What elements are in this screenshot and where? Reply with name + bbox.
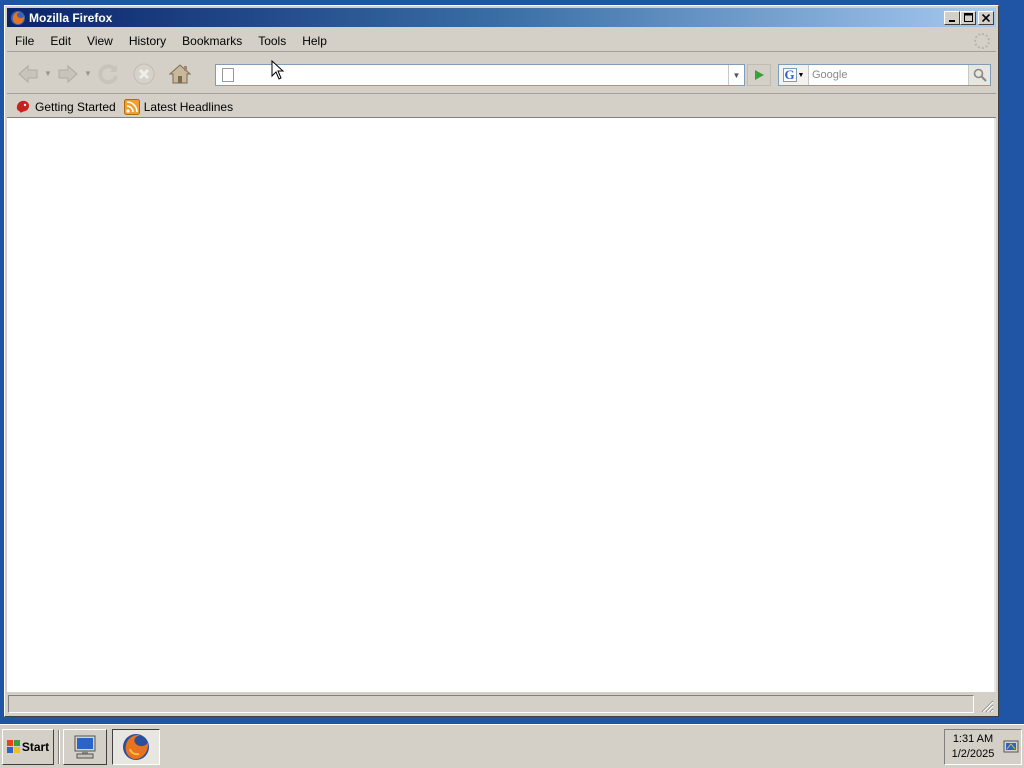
search-button[interactable] <box>968 65 990 85</box>
home-button[interactable] <box>165 59 195 89</box>
menu-bookmarks[interactable]: Bookmarks <box>174 34 250 48</box>
forward-history-dropdown-icon[interactable]: ▼ <box>83 69 93 78</box>
back-history-dropdown-icon[interactable]: ▼ <box>43 69 53 78</box>
menu-edit[interactable]: Edit <box>42 34 79 48</box>
bookmark-getting-started[interactable]: Getting Started <box>15 99 116 115</box>
clock-date: 1/2/2025 <box>951 748 995 760</box>
google-icon: G <box>782 67 797 82</box>
mouse-cursor-icon <box>271 60 285 80</box>
taskbar-firefox-button[interactable] <box>112 729 160 765</box>
page-content-area[interactable] <box>7 118 996 692</box>
taskbar: Start 1:31 AM 1/2/2025 <box>0 724 1024 768</box>
menu-help[interactable]: Help <box>294 34 335 48</box>
home-icon <box>168 63 192 83</box>
taskbar-separator <box>58 730 60 764</box>
address-bar[interactable]: ▼ <box>215 64 745 86</box>
url-input[interactable] <box>240 66 728 84</box>
bookmarks-toolbar: Getting Started Latest Headlines <box>7 96 996 118</box>
firefox-icon <box>11 10 25 25</box>
engine-dropdown-icon: ▼ <box>797 71 805 79</box>
minimize-icon <box>949 19 955 22</box>
menu-file[interactable]: File <box>7 34 42 48</box>
reload-icon <box>98 63 118 84</box>
maximize-button[interactable] <box>960 10 976 25</box>
window-controls <box>944 10 994 25</box>
stop-icon <box>133 63 155 84</box>
status-text <box>8 694 974 713</box>
maximize-icon <box>963 13 973 22</box>
start-button[interactable]: Start <box>2 729 54 765</box>
firefox-window: Mozilla Firefox File Edit View History B… <box>4 5 999 717</box>
windows-logo-icon <box>6 740 20 753</box>
forward-button[interactable] <box>53 59 83 89</box>
throbber-icon <box>974 33 990 49</box>
search-bar[interactable]: G ▼ <box>778 64 991 86</box>
search-engine-selector[interactable]: G ▼ <box>779 65 809 85</box>
stop-button[interactable] <box>129 59 159 89</box>
magnifier-icon <box>973 68 987 82</box>
back-button[interactable] <box>13 59 43 89</box>
bookmark-label: Getting Started <box>35 99 116 114</box>
close-button[interactable] <box>978 10 994 25</box>
menu-bar: File Edit View History Bookmarks Tools H… <box>7 30 996 52</box>
status-bar <box>7 693 996 714</box>
search-input[interactable] <box>809 66 968 84</box>
system-tray: 1:31 AM 1/2/2025 <box>944 729 1022 765</box>
go-arrow-icon <box>755 70 764 80</box>
clock-time: 1:31 AM <box>952 733 994 745</box>
menu-tools[interactable]: Tools <box>250 34 294 48</box>
network-icon[interactable] <box>1003 739 1019 755</box>
clock[interactable]: 1:31 AM 1/2/2025 <box>945 732 1001 762</box>
getting-started-icon <box>16 100 29 113</box>
computer-icon <box>74 735 96 759</box>
back-arrow-icon <box>18 64 38 83</box>
resize-grip-icon[interactable] <box>980 699 994 713</box>
reload-button[interactable] <box>93 59 123 89</box>
title-bar[interactable]: Mozilla Firefox <box>7 8 996 27</box>
menu-view[interactable]: View <box>79 34 121 48</box>
url-history-dropdown-icon[interactable]: ▼ <box>728 65 744 85</box>
firefox-icon <box>123 734 149 760</box>
rss-feed-icon <box>123 98 140 115</box>
window-title: Mozilla Firefox <box>29 10 113 25</box>
forward-arrow-icon <box>58 64 78 83</box>
bookmark-latest-headlines[interactable]: Latest Headlines <box>123 98 234 115</box>
show-desktop-button[interactable] <box>63 729 107 765</box>
minimize-button[interactable] <box>944 10 960 25</box>
page-icon <box>222 68 234 82</box>
bookmark-label: Latest Headlines <box>143 99 234 114</box>
start-label: Start <box>21 740 50 754</box>
menu-history[interactable]: History <box>121 34 174 48</box>
close-icon <box>982 13 990 22</box>
navigation-toolbar: ▼ ▼ ▼ G ▼ Google <box>7 54 996 94</box>
go-button[interactable] <box>747 64 771 86</box>
